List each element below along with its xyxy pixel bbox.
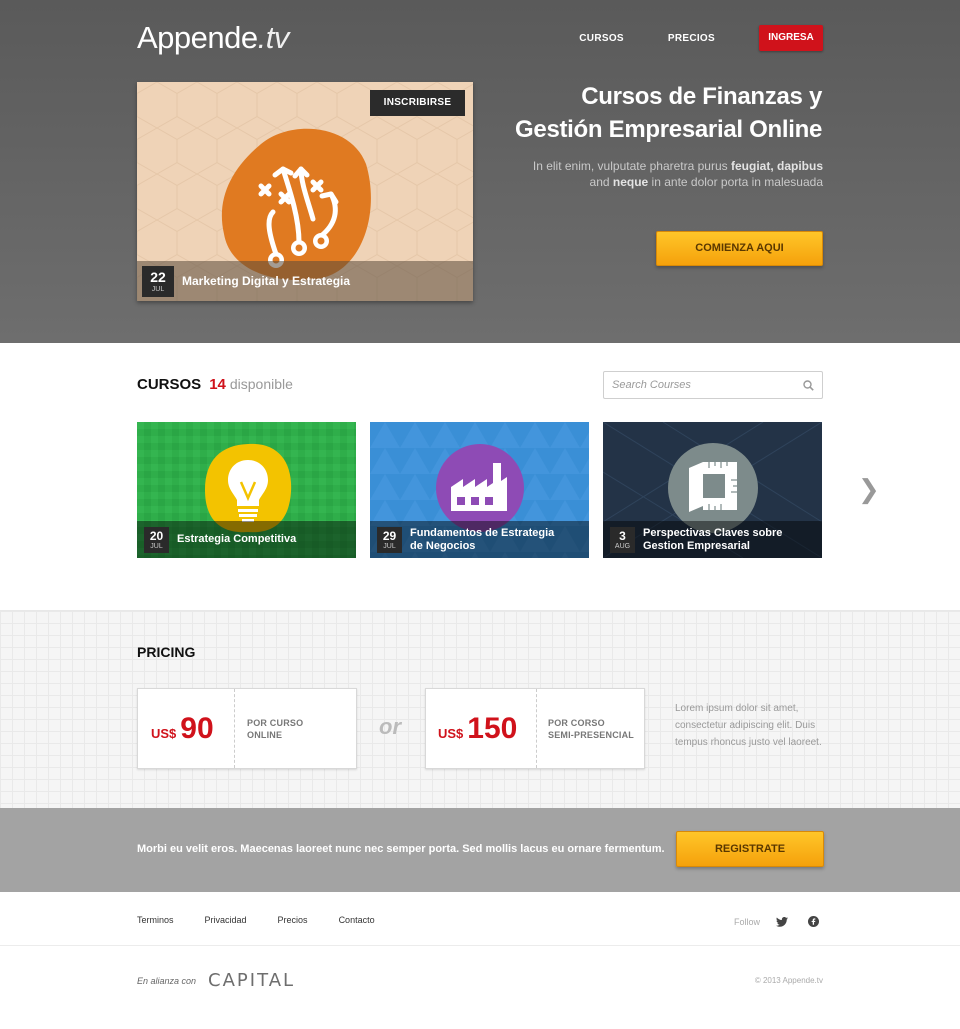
login-button[interactable]: INGRESA [759,25,823,51]
price-card-online[interactable]: US$ 90 POR CURSO ONLINE [137,688,357,769]
date-badge: 3 AUG [610,526,635,553]
chevron-right-icon[interactable]: ❯ [858,474,880,505]
price-amount: US$ 90 [151,712,214,746]
courses-available-label: disponible [229,376,293,392]
price-desc-line1: POR CORSO [548,718,605,728]
price-value: 90 [180,711,214,745]
course-title-line2: Gestion Empresarial [643,539,750,552]
hero-section: Appende.tv CURSOS PRECIOS INGRESA INSCRI… [0,0,960,343]
copyright: © 2013 Appende.tv [754,976,823,985]
footer-link-privacidad[interactable]: Privacidad [205,915,247,925]
price-value: 150 [467,711,518,745]
hero-heading-line1: Cursos de Finanzas y [581,83,822,110]
footer-link-terminos[interactable]: Terminos [137,915,174,925]
price-description: POR CORSO SEMI-PRESENCIAL [548,717,634,741]
date-badge: 20 JUL [144,526,169,553]
footer-nav: Terminos Privacidad Precios Contacto [137,915,406,925]
date-month: JUL [383,542,396,550]
date-day: 20 [149,528,164,543]
or-separator: or [379,714,401,739]
pricing-title: PRICING [137,644,196,660]
search-icon[interactable] [803,380,814,391]
footer-link-precios[interactable]: Precios [278,915,308,925]
courses-count: 14 [209,376,226,393]
course-caption: 20 JUL Estrategia Competitiva [137,521,356,558]
hero-sub-bold: neque [612,175,649,189]
course-card[interactable]: 3 AUG Perspectivas Claves sobre Gestion E… [603,422,822,558]
strategy-playbook-icon [221,128,371,281]
price-divider [536,689,537,768]
twitter-icon[interactable] [776,916,789,927]
price-card-semi-presencial[interactable]: US$ 150 POR CORSO SEMI-PRESENCIAL [425,688,645,769]
featured-course-title[interactable]: Marketing Digital y Estrategia [182,274,350,288]
main-nav: CURSOS PRECIOS INGRESA [535,25,823,51]
factory-icon [436,444,524,532]
register-band: Morbi eu velit eros. Maecenas laoreet nu… [0,808,960,892]
price-amount: US$ 150 [438,712,517,746]
course-title-line1: Perspectivas Claves sobre [643,526,783,539]
enroll-button[interactable]: INSCRIBIRSE [370,90,465,116]
social-follow: Follow [734,916,839,927]
logo-text: Appende [137,20,258,55]
search-box [603,371,823,399]
course-caption: 29 JUL Fundamentos de Estrategia de Negoc… [370,521,589,558]
price-divider [234,689,235,768]
course-title-line2: de Negocios [410,539,476,552]
course-title[interactable]: Estrategia Competitiva [177,533,296,546]
course-title[interactable]: Fundamentos de Estrategia de Negocios [410,527,554,553]
date-day: 22 [150,268,166,285]
partner-logo[interactable]: CAPITAL [208,970,295,991]
hero-sub-text: In elit enim, vulputate pharetra purus [532,159,731,173]
price-desc-line2: ONLINE [247,730,283,740]
price-currency: US$ [438,725,464,741]
start-here-button[interactable]: COMIENZA AQUI [656,231,823,266]
hero-heading: Cursos de Finanzas y Gestión Empresarial… [515,80,822,146]
register-button[interactable]: REGISTRATE [676,831,824,867]
course-card[interactable]: 29 JUL Fundamentos de Estrategia de Negoc… [370,422,589,558]
price-desc-line2: SEMI-PRESENCIAL [548,730,635,740]
nav-precios[interactable]: PRECIOS [668,33,715,44]
course-caption: 3 AUG Perspectivas Claves sobre Gestion E… [603,521,822,558]
price-currency: US$ [151,725,177,741]
facebook-icon[interactable] [808,916,820,927]
hero-sub-text: and [589,175,613,189]
featured-course-card[interactable]: INSCRIBIRSE 22 JUL Marketing Digital y E… [137,82,473,301]
date-day: 29 [382,528,397,543]
courses-heading: CURSOS 14 disponible [137,376,293,393]
partner-block: En alianza con CAPITAL [137,970,295,991]
partner-label: En alianza con [137,975,197,986]
date-day: 3 [619,528,626,543]
course-card[interactable]: 20 JUL Estrategia Competitiva [137,422,356,558]
register-text: Morbi eu velit eros. Maecenas laoreet nu… [137,843,665,855]
course-title[interactable]: Perspectivas Claves sobre Gestion Empresa… [643,527,782,553]
date-month: JUL [150,542,163,550]
logo-suffix: .tv [257,20,290,55]
price-desc-line1: POR CURSO [247,718,304,728]
date-month: JUL [151,285,165,293]
hero-sub-text: in ante dolor porta in malesuada [648,175,823,189]
hero-subtitle: In elit enim, vulputate pharetra purus f… [503,158,823,190]
course-title-line1: Fundamentos de Estrategia [410,526,555,539]
footer-divider [0,945,960,946]
hero-heading-line2: Gestión Empresarial Online [515,116,822,143]
date-month: AUG [614,542,631,550]
price-description: POR CURSO ONLINE [247,717,303,741]
footer-link-contacto[interactable]: Contacto [339,915,375,925]
follow-label: Follow [734,916,761,927]
hero-sub-bold: feugiat, dapibus [730,159,823,173]
nav-cursos[interactable]: CURSOS [579,33,624,44]
logo[interactable]: Appende.tv [137,20,289,56]
date-badge: 29 JUL [377,526,402,553]
courses-label: CURSOS [137,376,202,393]
featured-caption: 22 JUL Marketing Digital y Estrategia [137,261,473,301]
search-input[interactable] [612,379,792,391]
date-badge: 22 JUL [142,265,174,297]
pricing-note: Lorem ipsum dolor sit amet, consectetur … [675,703,822,748]
